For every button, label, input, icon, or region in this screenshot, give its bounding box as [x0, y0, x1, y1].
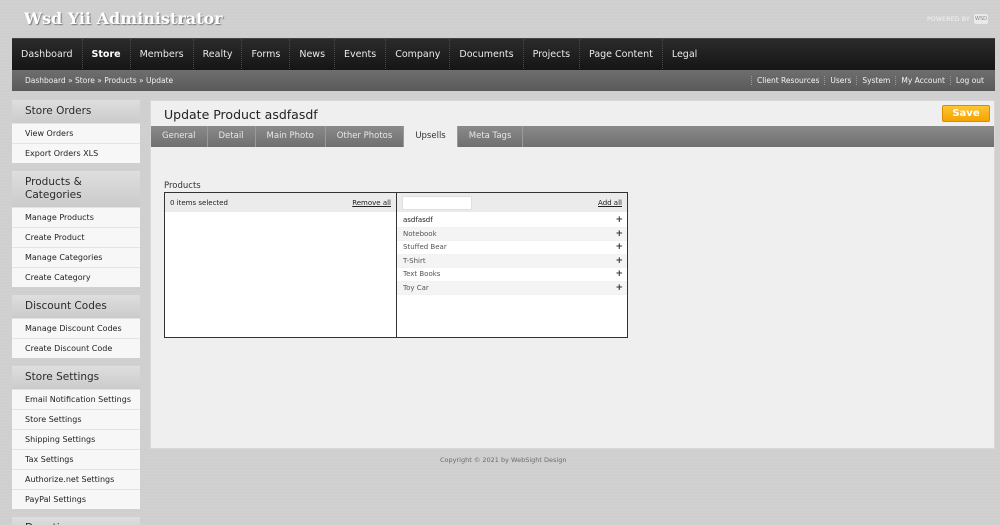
product-name: Toy Car	[403, 283, 429, 292]
sidebar-heading: Store Orders	[12, 100, 140, 123]
nav-item-dashboard[interactable]: Dashboard	[12, 38, 83, 71]
product-name: Stuffed Bear	[403, 243, 447, 252]
page-title: Update Product asdfasdf	[164, 107, 318, 122]
sidebar-item-store-settings[interactable]: Store Settings	[12, 409, 140, 429]
nav-item-realty[interactable]: Realty	[194, 38, 243, 71]
sidebar-item-create-discount-code[interactable]: Create Discount Code	[12, 338, 140, 358]
utility-links: Client Resources Users System My Account Log…	[750, 76, 995, 85]
available-product-item[interactable]: Toy Car +	[397, 281, 627, 295]
available-product-item[interactable]: Text Books +	[397, 268, 627, 282]
sidebar-item-view-orders[interactable]: View Orders	[12, 123, 140, 143]
sidebar-group-products-categories: Products & Categories Manage Products Crea…	[12, 171, 140, 287]
add-all-link[interactable]: Add all	[598, 199, 622, 207]
sidebar-item-email-notification-settings[interactable]: Email Notification Settings	[12, 389, 140, 409]
plus-icon[interactable]: +	[615, 242, 623, 252]
nav-item-forms[interactable]: Forms	[242, 38, 291, 71]
plus-icon[interactable]: +	[615, 269, 623, 279]
nav-item-legal[interactable]: Legal	[663, 39, 706, 71]
plus-icon[interactable]: +	[615, 283, 623, 293]
sidebar-group-donations: Donations	[12, 517, 140, 525]
sidebar-item-manage-categories[interactable]: Manage Categories	[12, 247, 140, 267]
available-product-item[interactable]: T-Shirt +	[397, 254, 627, 268]
main-panel: Update Product asdfasdf Save General Deta…	[150, 100, 995, 449]
products-multiselect: 0 items selected Remove all Add all asdf…	[164, 192, 628, 338]
nav-item-news[interactable]: News	[290, 38, 336, 71]
footer-copyright: Copyright © 2021 by WebSight Design	[440, 456, 567, 464]
brand-title: Wsd Yii Administrator	[24, 9, 223, 28]
sidebar-item-manage-discount-codes[interactable]: Manage Discount Codes	[12, 318, 140, 338]
available-pane-header: Add all	[397, 193, 627, 212]
sidebar-group-store-settings: Store Settings Email Notification Setting…	[12, 366, 140, 509]
product-name: Notebook	[403, 229, 437, 238]
product-search-input[interactable]	[402, 195, 472, 210]
product-name: T-Shirt	[403, 256, 426, 265]
remove-all-link[interactable]: Remove all	[352, 199, 391, 207]
sidebar-item-export-orders-xls[interactable]: Export Orders XLS	[12, 143, 140, 163]
nav-item-documents[interactable]: Documents	[450, 38, 524, 71]
selected-pane: 0 items selected Remove all	[165, 193, 397, 337]
breadcrumb: Dashboard » Store » Products » Update	[25, 76, 174, 85]
sidebar-item-manage-products[interactable]: Manage Products	[12, 207, 140, 227]
selected-pane-header: 0 items selected Remove all	[165, 193, 396, 212]
selected-count: 0 items selected	[170, 198, 228, 207]
nav-item-projects[interactable]: Projects	[524, 38, 581, 71]
tab-bar: General Detail Main Photo Other Photos Upsel…	[151, 126, 994, 147]
nav-item-events[interactable]: Events	[335, 38, 387, 71]
sidebar-item-authorize-net-settings[interactable]: Authorize.net Settings	[12, 469, 140, 489]
powered-by-text: POWERED BY	[926, 15, 970, 23]
save-button[interactable]: Save	[942, 105, 990, 122]
util-link-log-out[interactable]: Log out	[949, 76, 989, 85]
powered-by: POWERED BY WSD	[927, 14, 988, 24]
tab-main-photo[interactable]: Main Photo	[256, 126, 326, 147]
websight-logo-icon: WSD	[974, 14, 988, 24]
products-field-label: Products	[164, 181, 201, 191]
tab-other-photos[interactable]: Other Photos	[326, 126, 405, 147]
util-link-my-account[interactable]: My Account	[895, 76, 950, 85]
nav-item-members[interactable]: Members	[131, 38, 194, 71]
plus-icon[interactable]: +	[615, 215, 623, 225]
sidebar-item-shipping-settings[interactable]: Shipping Settings	[12, 429, 140, 449]
util-link-client-resources[interactable]: Client Resources	[750, 76, 824, 85]
tab-meta-tags[interactable]: Meta Tags	[458, 126, 524, 147]
sidebar-item-create-category[interactable]: Create Category	[12, 267, 140, 287]
available-product-item[interactable]: Notebook +	[397, 227, 627, 241]
available-pane: Add all asdfasdf + Notebook + Stuffed Bear + T…	[397, 193, 627, 337]
available-product-item[interactable]: Stuffed Bear +	[397, 241, 627, 255]
util-link-system[interactable]: System	[856, 76, 895, 85]
util-link-users[interactable]: Users	[824, 76, 856, 85]
sub-bar: Dashboard » Store » Products » Update Cl…	[12, 70, 995, 91]
sidebar-group-store-orders: Store Orders View Orders Export Orders XLS	[12, 100, 140, 163]
sidebar-heading: Donations	[12, 517, 140, 525]
tab-upsells[interactable]: Upsells	[404, 126, 458, 147]
nav-item-company[interactable]: Company	[386, 38, 451, 71]
nav-item-page-content[interactable]: Page Content	[580, 38, 663, 71]
product-name: asdfasdf	[403, 216, 433, 225]
sidebar-item-create-product[interactable]: Create Product	[12, 227, 140, 247]
sidebar-item-paypal-settings[interactable]: PayPal Settings	[12, 489, 140, 509]
plus-icon[interactable]: +	[615, 256, 623, 266]
sidebar-heading: Products & Categories	[12, 171, 140, 207]
sidebar-heading: Store Settings	[12, 366, 140, 389]
product-name: Text Books	[403, 270, 441, 279]
sidebar-item-tax-settings[interactable]: Tax Settings	[12, 449, 140, 469]
nav-item-store[interactable]: Store	[83, 38, 131, 71]
available-products-list: asdfasdf + Notebook + Stuffed Bear + T-Shirt + T…	[397, 212, 627, 295]
sidebar: Store Orders View Orders Export Orders XLS…	[12, 100, 140, 525]
tab-detail[interactable]: Detail	[208, 126, 256, 147]
sidebar-heading: Discount Codes	[12, 295, 140, 318]
sidebar-group-discount-codes: Discount Codes Manage Discount Codes Creat…	[12, 295, 140, 358]
plus-icon[interactable]: +	[615, 229, 623, 239]
tab-general[interactable]: General	[151, 126, 208, 147]
top-navigation: Dashboard Store Members Realty Forms News Even…	[12, 38, 995, 71]
available-product-item[interactable]: asdfasdf +	[397, 214, 627, 228]
